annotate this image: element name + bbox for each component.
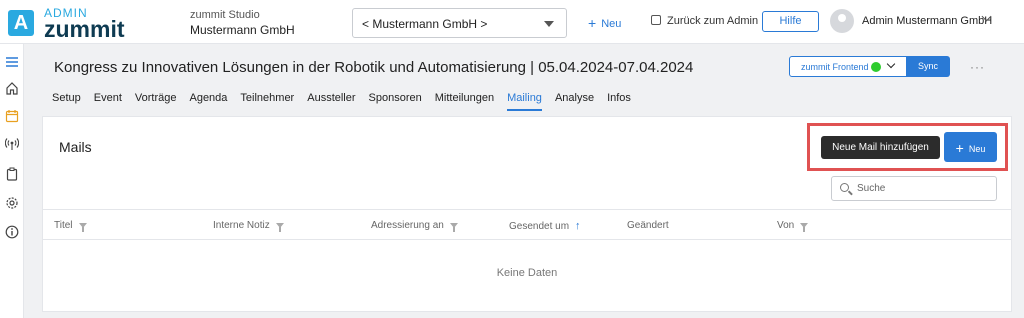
clipboard-icon[interactable] — [4, 166, 20, 182]
search-placeholder: Suche — [857, 183, 886, 194]
mails-panel: Mails Neue Mail hinzufügen + Neu Suche Ti… — [42, 116, 1012, 312]
column-header[interactable]: Titel — [54, 220, 87, 232]
event-title: Kongress zu Innovativen Lösungen in der … — [54, 59, 694, 76]
sync-button[interactable]: Sync — [906, 56, 950, 77]
tab-mailing[interactable]: Mailing — [507, 92, 542, 111]
empty-state: Keine Daten — [496, 267, 558, 279]
filter-icon[interactable] — [449, 223, 458, 232]
logo-name: zummit — [44, 16, 125, 42]
exit-icon — [651, 15, 661, 25]
column-header[interactable]: Gesendet um ↑ — [509, 220, 581, 232]
sort-arrow-icon[interactable]: ↑ — [575, 220, 581, 232]
new-button-top[interactable]: + Neu — [588, 14, 622, 31]
user-name[interactable]: Admin Mustermann GmbH — [862, 15, 992, 27]
column-label: Interne Notiz — [213, 220, 270, 231]
top-bar: A ADMIN zummit zummit Studio Mustermann … — [0, 0, 1024, 44]
chevron-down-icon — [886, 59, 896, 69]
column-header[interactable]: Von — [777, 220, 809, 232]
search-box[interactable]: Suche — [831, 176, 997, 201]
frontend-select[interactable]: zummit Frontend — [789, 56, 907, 77]
frontend-select-label: zummit Frontend — [801, 62, 869, 72]
broadcast-icon[interactable] — [4, 136, 20, 152]
calendar-icon[interactable] — [4, 108, 20, 124]
tab-agenda[interactable]: Agenda — [189, 92, 227, 111]
new-label: Neu — [601, 18, 622, 30]
back-to-admin-button[interactable]: Zurück zum Admin — [651, 14, 758, 27]
studio-info: zummit Studio Mustermann GmbH — [190, 8, 295, 38]
column-header[interactable]: Geändert — [627, 220, 669, 231]
filter-icon[interactable] — [275, 223, 284, 232]
tab-aussteller[interactable]: Aussteller — [307, 92, 355, 111]
search-icon — [840, 183, 849, 192]
organization-select[interactable]: < Mustermann GmbH > — [352, 8, 567, 38]
studio-label: zummit Studio — [190, 9, 260, 21]
column-header[interactable]: Interne Notiz — [213, 220, 284, 232]
status-dot-icon — [871, 62, 881, 72]
logo-mark-icon: A — [8, 10, 34, 36]
home-icon[interactable] — [4, 80, 20, 96]
tab-mitteilungen[interactable]: Mitteilungen — [435, 92, 494, 111]
organization-select-value: < Mustermann GmbH > — [362, 17, 488, 31]
column-header[interactable]: Adressierung an — [371, 220, 458, 232]
panel-title: Mails — [59, 139, 92, 155]
tab-event[interactable]: Event — [94, 92, 122, 111]
tab-sponsoren[interactable]: Sponsoren — [369, 92, 422, 111]
tab-vorträge[interactable]: Vorträge — [135, 92, 177, 111]
studio-org: Mustermann GmbH — [190, 23, 295, 37]
settings-icon[interactable] — [4, 195, 20, 211]
tab-setup[interactable]: Setup — [52, 92, 81, 111]
column-label: Von — [777, 220, 795, 231]
more-options-button[interactable]: ··· — [970, 60, 985, 74]
menu-icon[interactable] — [4, 54, 20, 70]
avatar[interactable] — [830, 9, 854, 33]
filter-icon[interactable] — [800, 223, 809, 232]
column-label: Gesendet um — [509, 220, 570, 232]
event-tabs: Setup Event Vorträge Agenda Teilnehmer Ausste… — [52, 92, 644, 112]
side-nav — [0, 44, 24, 318]
column-label: Geändert — [627, 220, 669, 231]
info-icon[interactable] — [4, 224, 20, 240]
table-header: Titel Interne Notiz Adressierung an Gese… — [43, 209, 1011, 240]
back-to-admin-label: Zurück zum Admin — [667, 15, 759, 27]
filter-icon[interactable] — [78, 223, 87, 232]
caret-down-icon — [544, 21, 554, 27]
help-button[interactable]: Hilfe — [762, 11, 819, 32]
plus-icon: + — [588, 15, 597, 31]
tab-teilnehmer[interactable]: Teilnehmer — [240, 92, 294, 111]
column-label: Adressierung an — [371, 220, 444, 231]
tab-analyse[interactable]: Analyse — [555, 92, 594, 111]
logo[interactable]: A ADMIN zummit — [6, 6, 146, 42]
highlight-box — [807, 123, 1008, 171]
column-label: Titel — [54, 220, 73, 231]
tab-infos[interactable]: Infos — [607, 92, 631, 111]
